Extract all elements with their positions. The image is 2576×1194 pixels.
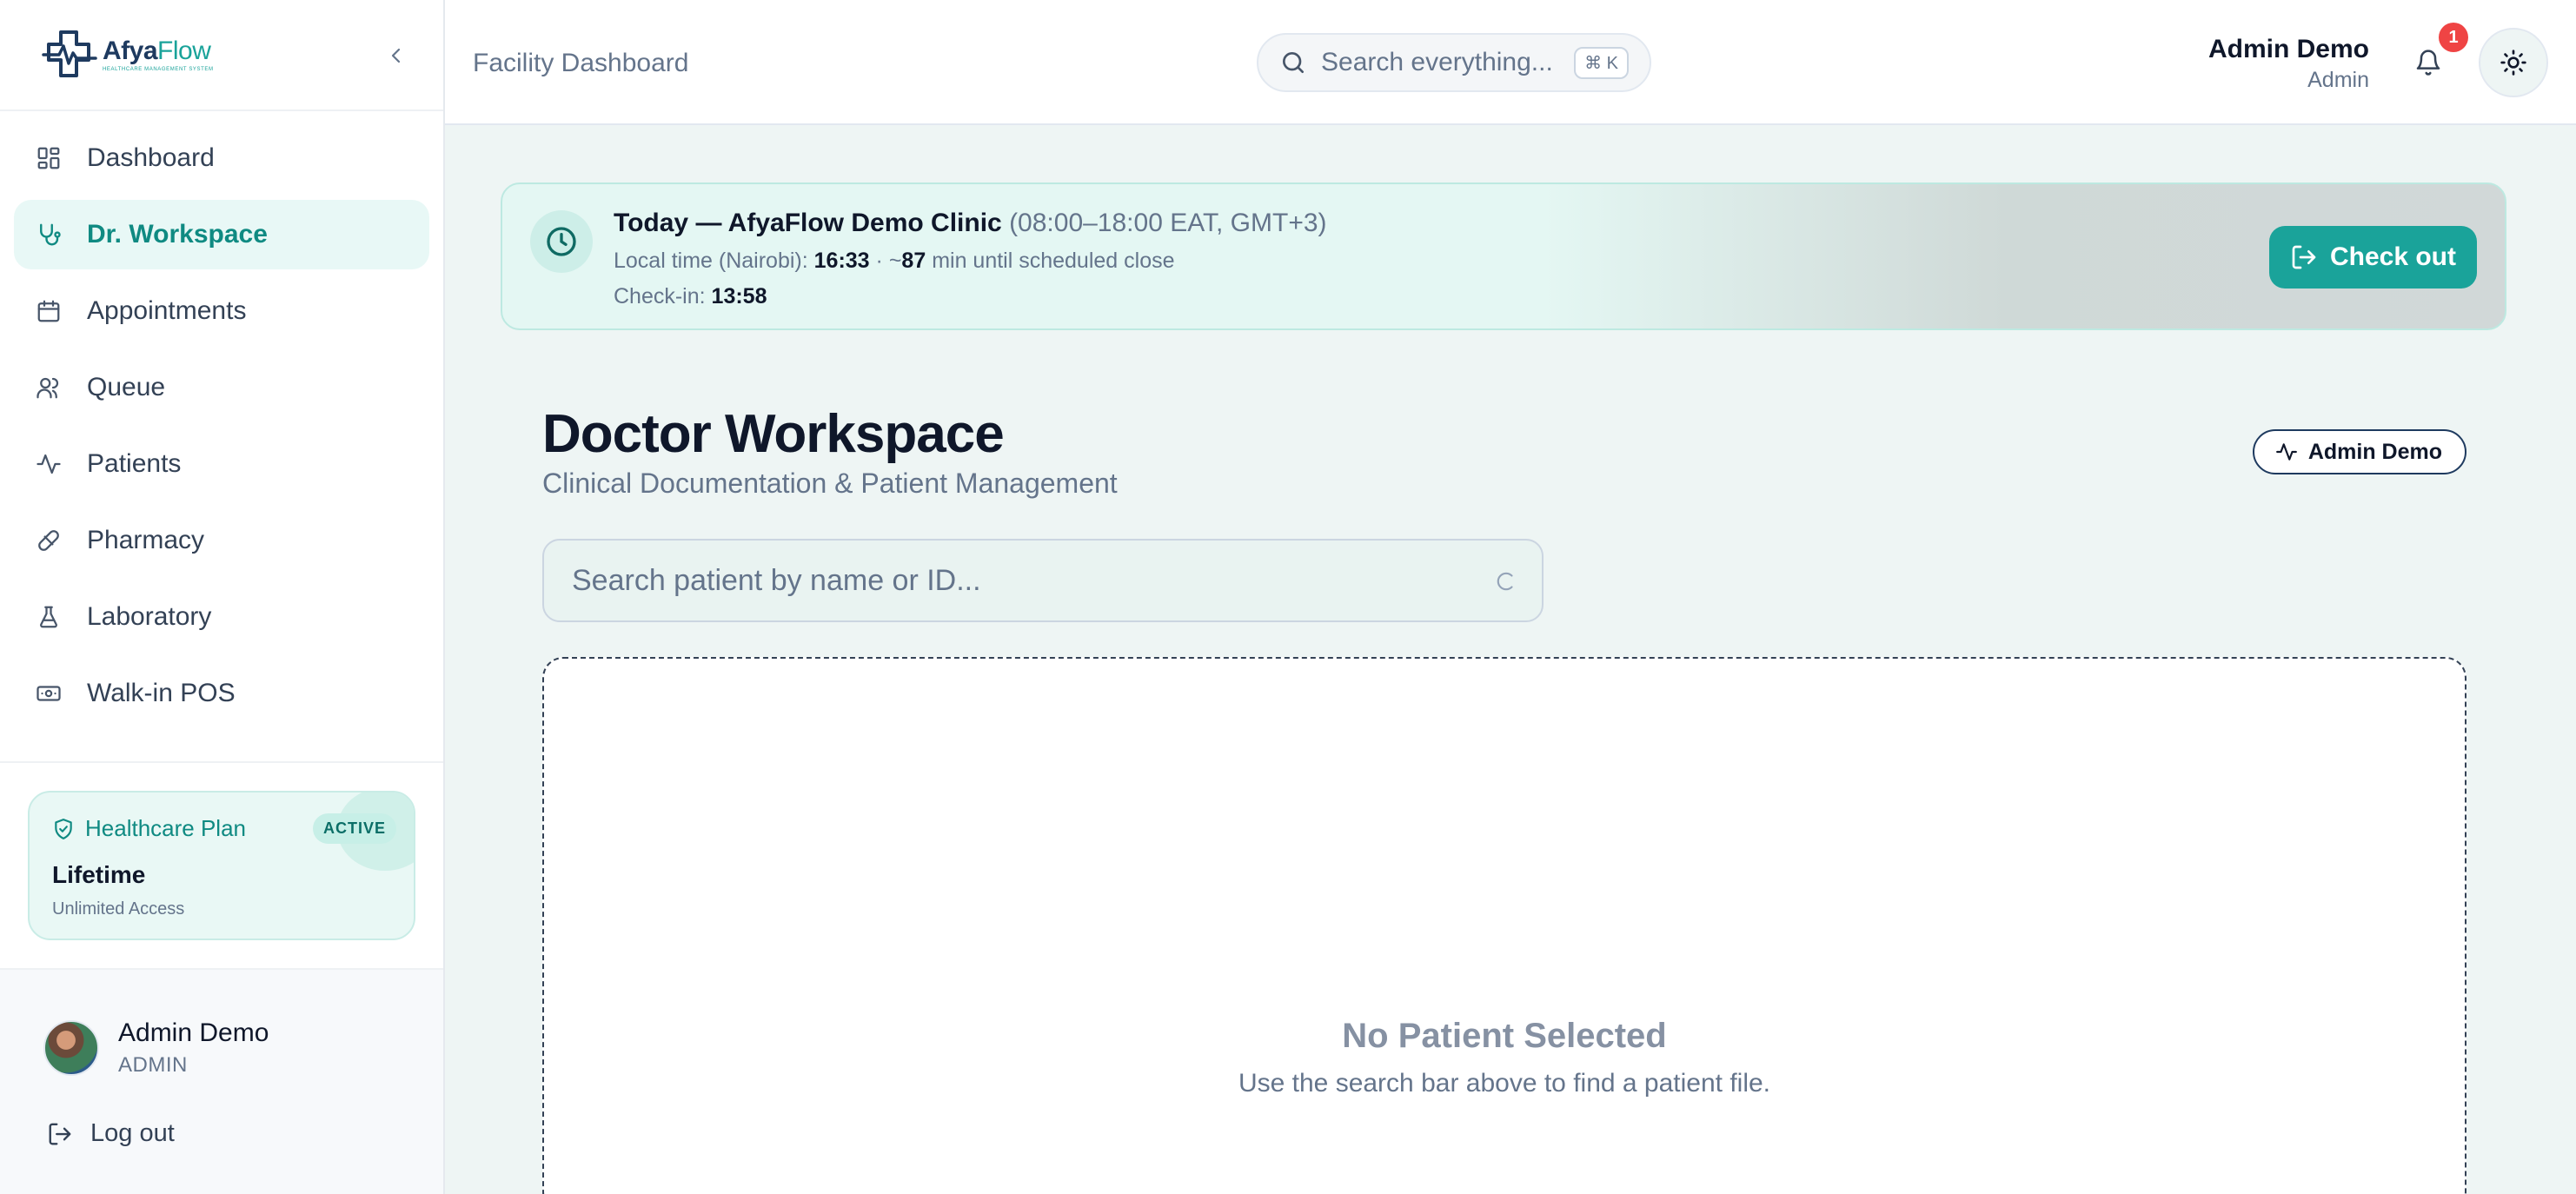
header-user-menu[interactable]: Admin Demo Admin <box>2208 35 2369 93</box>
banner-hours: (08:00–18:00 EAT, GMT+3) <box>1009 209 1327 237</box>
patient-empty-state: No Patient Selected Use the search bar a… <box>542 657 2466 1194</box>
banner-checkin-line: Check-in: 13:58 <box>614 284 767 308</box>
empty-state-subtitle: Use the search bar above to find a patie… <box>1238 1069 1771 1098</box>
brand-logo[interactable]: AfyaFlow HEALTHCARE MANAGEMENT SYSTEM <box>42 29 214 81</box>
sidebar-item-label: Queue <box>87 373 166 401</box>
page-title: Facility Dashboard <box>473 49 689 77</box>
patient-search-input[interactable]: Search patient by name or ID... <box>542 539 1544 622</box>
sidebar-divider <box>0 761 443 763</box>
keyboard-shortcut-hint: ⌘ K <box>1574 46 1629 79</box>
banknote-icon <box>35 680 63 707</box>
log-out-icon <box>2290 243 2318 271</box>
search-placeholder: Search everything... <box>1321 48 1553 76</box>
pill-icon <box>35 527 63 554</box>
global-search-input[interactable]: Search everything... ⌘ K <box>1257 33 1651 92</box>
plan-title: Healthcare Plan <box>85 815 246 841</box>
calendar-icon <box>35 297 63 325</box>
empty-state-title: No Patient Selected <box>1342 1017 1667 1055</box>
sidebar-item-laboratory[interactable]: Laboratory <box>14 582 429 652</box>
collapse-sidebar-button[interactable] <box>381 40 412 71</box>
plan-subtitle: Unlimited Access <box>52 899 185 919</box>
sidebar-item-label: Walk-in POS <box>87 679 236 707</box>
layout-grid-icon <box>35 144 63 172</box>
local-time-value: 16:33 <box>813 249 870 273</box>
medical-cross-logo-icon <box>42 29 97 81</box>
sidebar-item-dr-workspace[interactable]: Dr. Workspace <box>14 200 429 269</box>
brand-tagline: HEALTHCARE MANAGEMENT SYSTEM <box>103 66 214 72</box>
clinic-status-banner: Today — AfyaFlow Demo Clinic (08:00–18:0… <box>501 182 2506 330</box>
sidebar-item-label: Patients <box>87 449 182 478</box>
log-out-icon <box>47 1121 73 1147</box>
sidebar-item-label: Pharmacy <box>87 526 205 554</box>
doctor-badge-label: Admin Demo <box>2307 439 2442 464</box>
sidebar: AfyaFlow HEALTHCARE MANAGEMENT SYSTEM Da… <box>0 0 445 1194</box>
doctor-badge: Admin Demo <box>2252 429 2466 474</box>
shield-check-icon <box>52 818 75 840</box>
minutes-until-close: 87 <box>901 249 926 273</box>
bell-icon <box>2414 49 2442 76</box>
clock-badge <box>530 210 593 273</box>
header-user-name: Admin Demo <box>2208 35 2369 63</box>
logout-label: Log out <box>90 1119 175 1147</box>
patient-search-placeholder: Search patient by name or ID... <box>572 563 981 597</box>
brand-header: AfyaFlow HEALTHCARE MANAGEMENT SYSTEM <box>0 0 443 111</box>
check-out-button[interactable]: Check out <box>2268 226 2477 289</box>
sidebar-user-area: Admin Demo ADMIN Log out <box>0 968 443 1194</box>
flask-icon <box>35 603 63 631</box>
banner-title-line: Today — AfyaFlow Demo Clinic (08:00–18:0… <box>614 209 1327 238</box>
logout-button[interactable]: Log out <box>47 1119 175 1148</box>
plan-name: Lifetime <box>52 861 146 888</box>
sidebar-user-name: Admin Demo <box>118 1018 269 1047</box>
activity-icon <box>35 450 63 478</box>
check-out-label: Check out <box>2329 242 2456 271</box>
sidebar-item-label: Dr. Workspace <box>87 220 268 249</box>
notification-count-badge: 1 <box>2439 23 2468 52</box>
sidebar-user-role: ADMIN <box>118 1053 188 1077</box>
sidebar-item-dashboard[interactable]: Dashboard <box>14 123 429 193</box>
sidebar-nav: Dashboard Dr. Workspace Appointments Que… <box>0 111 443 728</box>
plan-card: Healthcare Plan ACTIVE Lifetime Unlimite… <box>28 791 415 940</box>
banner-local-time-line: Local time (Nairobi): 16:33 · ~87 min un… <box>614 249 1175 273</box>
header-user-role: Admin <box>2307 68 2369 92</box>
sidebar-item-label: Dashboard <box>87 143 215 172</box>
notifications-button[interactable] <box>2411 45 2446 80</box>
top-header: Facility Dashboard Search everything... … <box>445 0 2576 125</box>
avatar <box>43 1020 99 1076</box>
sidebar-user-profile[interactable]: Admin Demo ADMIN <box>43 1018 269 1078</box>
stethoscope-icon <box>35 221 63 249</box>
sidebar-item-queue[interactable]: Queue <box>14 353 429 422</box>
users-icon <box>35 374 63 401</box>
loading-spinner-icon <box>1495 570 1517 593</box>
checkin-time-value: 13:58 <box>711 284 767 308</box>
clock-icon <box>544 224 579 259</box>
sidebar-item-walk-in-pos[interactable]: Walk-in POS <box>14 659 429 728</box>
brand-name: AfyaFlow <box>103 36 211 65</box>
sidebar-item-label: Appointments <box>87 296 247 325</box>
sidebar-item-label: Laboratory <box>87 602 212 631</box>
sun-icon <box>2500 49 2527 76</box>
workspace-subtitle: Clinical Documentation & Patient Managem… <box>542 468 1118 499</box>
banner-clinic-title: Today — AfyaFlow Demo Clinic <box>614 209 1002 237</box>
sidebar-item-appointments[interactable]: Appointments <box>14 276 429 346</box>
chevron-left-icon <box>386 45 407 66</box>
sidebar-item-pharmacy[interactable]: Pharmacy <box>14 506 429 575</box>
search-icon <box>1279 49 1307 76</box>
activity-icon <box>2275 441 2298 463</box>
theme-toggle-button[interactable] <box>2479 28 2548 97</box>
sidebar-item-patients[interactable]: Patients <box>14 429 429 499</box>
plan-status-badge: ACTIVE <box>312 813 396 844</box>
workspace-title: Doctor Workspace <box>542 404 1005 464</box>
